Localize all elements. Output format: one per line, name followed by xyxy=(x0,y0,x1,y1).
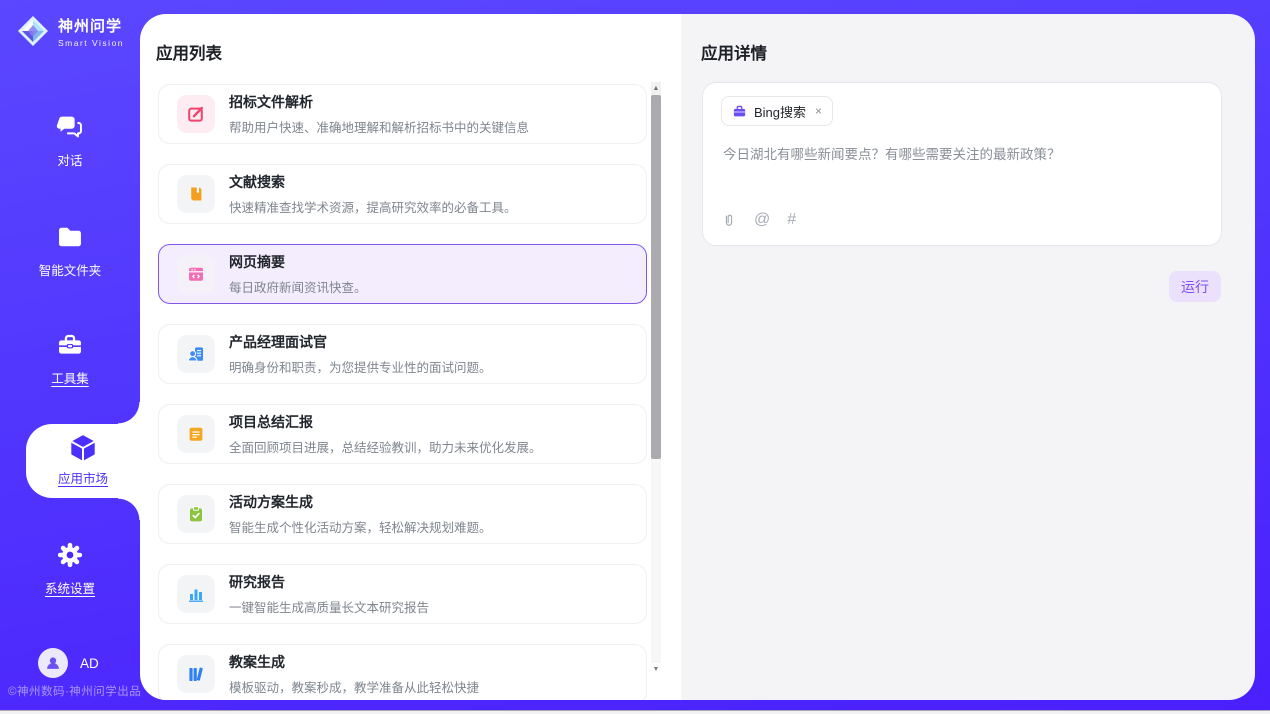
app-icon-tile xyxy=(177,575,215,613)
diamond-logo-icon xyxy=(16,14,50,48)
copyright-text: ©神州数码·神州问学出品 xyxy=(8,683,148,699)
app-shell: 神州问学 Smart Vision 对话 智能文件夹 xyxy=(0,0,1270,710)
sidebar: 神州问学 Smart Vision 对话 智能文件夹 xyxy=(0,0,140,710)
app-name: 活动方案生成 xyxy=(229,492,492,512)
brand-name: 神州问学 xyxy=(58,15,124,36)
app-card-event-plan[interactable]: 活动方案生成 智能生成个性化活动方案，轻松解决规划难题。 xyxy=(158,484,647,544)
paperclip-icon[interactable] xyxy=(721,212,737,229)
user-account[interactable]: AD xyxy=(38,648,99,678)
sidebar-item-settings[interactable]: 系统设置 xyxy=(0,540,140,597)
app-description: 智能生成个性化活动方案，轻松解决规划难题。 xyxy=(229,517,492,536)
sidebar-item-toolset[interactable]: 工具集 xyxy=(0,330,140,387)
app-name: 文献搜索 xyxy=(229,172,517,192)
app-name: 研究报告 xyxy=(229,572,429,592)
app-card-list: 招标文件解析 帮助用户快速、准确地理解和解析招标书中的关键信息 文 xyxy=(158,84,647,700)
app-name: 教案生成 xyxy=(229,652,479,672)
app-icon-tile xyxy=(177,335,215,373)
sidebar-item-smart-folder[interactable]: 智能文件夹 xyxy=(0,222,140,279)
run-button[interactable]: 运行 xyxy=(1169,271,1221,302)
gear-icon xyxy=(55,540,85,570)
app-description: 快速精准查找学术资源，提高研究效率的必备工具。 xyxy=(229,197,517,216)
app-icon-tile xyxy=(177,495,215,533)
hash-icon[interactable]: # xyxy=(787,211,796,229)
app-icon-tile xyxy=(177,95,215,133)
close-icon[interactable]: × xyxy=(815,104,822,118)
app-description: 每日政府新闻资讯快查。 xyxy=(229,277,367,296)
clipboard-check-icon xyxy=(186,504,206,524)
sidebar-item-chat[interactable]: 对话 xyxy=(0,112,140,169)
app-list-title: 应用列表 xyxy=(156,40,222,64)
app-detail-panel: 应用详情 Bing搜索 × 今日湖北有哪些新闻要点？有哪些需要关注的最新政策？ xyxy=(681,14,1255,700)
brand-text: 神州问学 Smart Vision xyxy=(58,15,124,48)
prompt-card: Bing搜索 × 今日湖北有哪些新闻要点？有哪些需要关注的最新政策？ @ # xyxy=(702,82,1222,246)
webpage-icon xyxy=(186,264,206,284)
app-icon-tile xyxy=(177,175,215,213)
interviewer-icon xyxy=(186,344,206,364)
sidebar-item-label: 工具集 xyxy=(0,368,140,387)
brand-subtitle: Smart Vision xyxy=(58,38,124,48)
sidebar-item-label: 系统设置 xyxy=(0,578,140,597)
folder-icon xyxy=(55,222,85,252)
tool-tag-label: Bing搜索 xyxy=(754,102,806,121)
user-initials: AD xyxy=(80,656,99,671)
app-description: 帮助用户快速、准确地理解和解析招标书中的关键信息 xyxy=(229,117,529,136)
app-name: 招标文件解析 xyxy=(229,92,529,112)
book-icon xyxy=(186,184,206,204)
tool-tag-bing-search[interactable]: Bing搜索 × xyxy=(721,96,833,126)
app-name: 网页摘要 xyxy=(229,252,367,272)
briefcase-icon xyxy=(732,104,747,119)
app-card-lesson-plan[interactable]: 教案生成 模板驱动，教案秒成，教学准备从此轻松快捷 xyxy=(158,644,647,700)
app-card-project-summary[interactable]: 项目总结汇报 全面回顾项目进展，总结经验教训，助力未来优化发展。 xyxy=(158,404,647,464)
mention-icon[interactable]: @ xyxy=(754,211,770,229)
sidebar-item-label: 智能文件夹 xyxy=(0,260,140,279)
screen: 神州问学 Smart Vision 对话 智能文件夹 xyxy=(0,0,1270,714)
sidebar-item-app-market[interactable]: 应用市场 xyxy=(26,424,140,498)
person-icon xyxy=(44,654,62,672)
brand-logo: 神州问学 Smart Vision xyxy=(16,14,124,48)
prompt-input[interactable]: 今日湖北有哪些新闻要点？有哪些需要关注的最新政策？ xyxy=(723,145,1197,166)
sidebar-item-label: 应用市场 xyxy=(26,468,140,487)
attachment-toolbar: @ # xyxy=(721,211,796,229)
main-content: 应用列表 招标文件解析 帮助用户快速、准确地理解和解析招标书中的关键信息 xyxy=(140,14,1255,700)
app-description: 明确身份和职责，为您提供专业性的面试问题。 xyxy=(229,357,492,376)
books-icon xyxy=(186,664,206,684)
app-name: 产品经理面试官 xyxy=(229,332,492,352)
scrollbar[interactable]: ▲ ▼ xyxy=(651,82,661,676)
scroll-up-icon[interactable]: ▲ xyxy=(651,82,661,95)
note-icon xyxy=(186,424,206,444)
app-icon-tile xyxy=(177,415,215,453)
app-card-pm-interviewer[interactable]: 产品经理面试官 明确身份和职责，为您提供专业性的面试问题。 xyxy=(158,324,647,384)
app-icon-tile xyxy=(177,255,215,293)
app-description: 模板驱动，教案秒成，教学准备从此轻松快捷 xyxy=(229,677,479,696)
app-card-research-report[interactable]: 研究报告 一键智能生成高质量长文本研究报告 xyxy=(158,564,647,624)
sidebar-item-label: 对话 xyxy=(0,150,140,169)
scrollbar-thumb[interactable] xyxy=(651,95,661,459)
app-detail-title: 应用详情 xyxy=(701,40,767,64)
app-card-bid-parse[interactable]: 招标文件解析 帮助用户快速、准确地理解和解析招标书中的关键信息 xyxy=(158,84,647,144)
app-card-literature-search[interactable]: 文献搜索 快速精准查找学术资源，提高研究效率的必备工具。 xyxy=(158,164,647,224)
app-card-web-summary[interactable]: 网页摘要 每日政府新闻资讯快查。 xyxy=(158,244,647,304)
app-description: 全面回顾项目进展，总结经验教训，助力未来优化发展。 xyxy=(229,437,542,456)
app-list-panel: 应用列表 招标文件解析 帮助用户快速、准确地理解和解析招标书中的关键信息 xyxy=(140,14,681,700)
pen-square-icon xyxy=(186,104,206,124)
app-name: 项目总结汇报 xyxy=(229,412,542,432)
bottom-edge xyxy=(0,710,1270,714)
app-icon-tile xyxy=(177,655,215,693)
avatar xyxy=(38,648,68,678)
scroll-down-icon[interactable]: ▼ xyxy=(651,663,661,676)
app-description: 一键智能生成高质量长文本研究报告 xyxy=(229,597,429,616)
chat-icon xyxy=(55,112,85,142)
toolbox-icon xyxy=(55,330,85,360)
chart-icon xyxy=(186,584,206,604)
cube-icon xyxy=(67,432,99,464)
